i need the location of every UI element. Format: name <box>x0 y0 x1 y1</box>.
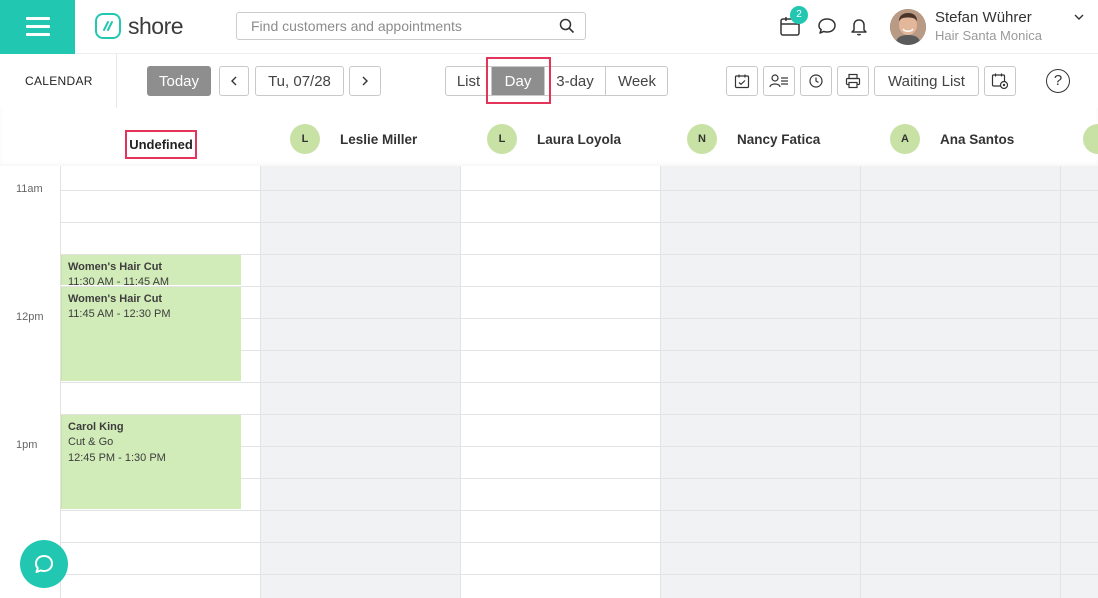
view-3day-button[interactable]: 3-day <box>545 67 605 95</box>
notification-badge: 2 <box>790 6 808 24</box>
menu-icon <box>26 17 50 20</box>
view-week-button[interactable]: Week <box>606 67 668 95</box>
logo-text: shore <box>128 12 184 39</box>
staff-list-button[interactable] <box>763 66 795 96</box>
staff-avatar <box>1083 124 1098 154</box>
appointment-card[interactable]: Carol King Cut & Go 12:45 PM - 1:30 PM <box>61 415 241 509</box>
staff-leslie-miller[interactable]: L Leslie Miller <box>290 123 417 155</box>
staff-avatar: L <box>290 124 320 154</box>
chat-bubble-icon[interactable] <box>815 14 839 38</box>
search-icon[interactable] <box>559 18 575 34</box>
view-switcher: List Day 3-day Week <box>445 66 668 96</box>
opening-hours-button[interactable] <box>800 66 832 96</box>
shore-logo[interactable]: shore <box>95 12 184 40</box>
help-button[interactable]: ? <box>1046 69 1070 93</box>
staff-name: Leslie Miller <box>340 131 418 147</box>
calendar-check-icon <box>734 74 750 89</box>
appointment-service: Cut & Go <box>68 436 114 448</box>
staff-laura-loyola[interactable]: L Laura Loyola <box>487 123 621 155</box>
time-label-1pm: 1pm <box>16 439 38 451</box>
support-chat-button[interactable] <box>20 540 68 588</box>
user-avatar[interactable] <box>890 9 926 45</box>
staff-avatar: N <box>687 124 717 154</box>
appointment-title: Women's Hair Cut <box>68 261 163 273</box>
time-label-12pm: 12pm <box>16 311 44 323</box>
appointment-time: 11:30 AM - 11:45 AM <box>68 276 170 285</box>
calendar-settings-icon <box>991 73 1009 90</box>
appointment-title: Women's Hair Cut <box>68 293 163 305</box>
staff-name: Ana Santos <box>940 131 1015 147</box>
staff-header: Undefined L Leslie Miller L Laura Loyola… <box>0 108 1098 166</box>
shore-logo-icon <box>95 13 121 39</box>
chevron-left-icon <box>231 76 237 86</box>
calendar-section-title: CALENDAR <box>25 74 93 88</box>
printer-icon <box>845 73 861 89</box>
toolbar-divider <box>116 54 117 108</box>
appointment-time: 12:45 PM - 1:30 PM <box>68 452 166 464</box>
calendar-settings-button[interactable] <box>984 66 1016 96</box>
bell-icon[interactable] <box>847 14 871 38</box>
user-location: Hair Santa Monica <box>935 28 1042 43</box>
view-list-button[interactable]: List <box>446 67 491 95</box>
view-day-button[interactable]: Day <box>492 67 544 95</box>
previous-day-button[interactable] <box>219 66 249 96</box>
search-box[interactable] <box>236 12 586 40</box>
user-photo-icon <box>890 9 926 45</box>
appointment-card[interactable]: Women's Hair Cut 11:30 AM - 11:45 AM <box>61 255 241 285</box>
staff-name: Nancy Fatica <box>737 131 821 147</box>
next-day-button[interactable] <box>349 66 381 96</box>
chat-bubble-icon <box>35 555 53 573</box>
date-picker-button[interactable]: Tu, 07/28 <box>255 66 344 96</box>
time-label-11am: 11am <box>16 183 43 195</box>
today-button[interactable]: Today <box>147 66 211 96</box>
calendar-toolbar: CALENDAR Today Tu, 07/28 List Day 3-day … <box>0 54 1098 108</box>
chevron-down-icon[interactable] <box>1073 12 1085 22</box>
staff-name: Laura Loyola <box>537 131 622 147</box>
calendar-check-button[interactable] <box>726 66 758 96</box>
appointment-time: 11:45 AM - 12:30 PM <box>68 308 171 320</box>
appointment-customer: Carol King <box>68 421 124 433</box>
print-button[interactable] <box>837 66 869 96</box>
user-name[interactable]: Stefan Wührer <box>935 9 1032 26</box>
chevron-right-icon <box>362 76 368 86</box>
clock-icon <box>809 74 823 88</box>
appointment-card[interactable]: Women's Hair Cut 11:45 AM - 12:30 PM <box>61 287 241 381</box>
staff-list-icon <box>769 74 788 88</box>
staff-avatar: A <box>890 124 920 154</box>
undefined-staff-column-label[interactable]: Undefined <box>125 130 197 159</box>
staff-partial-avatar[interactable] <box>1083 123 1098 155</box>
search-input[interactable] <box>251 13 551 39</box>
top-bar: shore 2 Stefan Wührer Hair Santa Monica <box>0 0 1098 54</box>
waiting-list-button[interactable]: Waiting List <box>874 66 979 96</box>
staff-nancy-fatica[interactable]: N Nancy Fatica <box>687 123 820 155</box>
hamburger-menu-button[interactable] <box>0 0 75 54</box>
staff-avatar: L <box>487 124 517 154</box>
staff-ana-santos[interactable]: A Ana Santos <box>890 123 1014 155</box>
day-calendar-grid: 11am 12pm 1pm Women's Hair Cut 11:30 AM … <box>0 166 1098 598</box>
